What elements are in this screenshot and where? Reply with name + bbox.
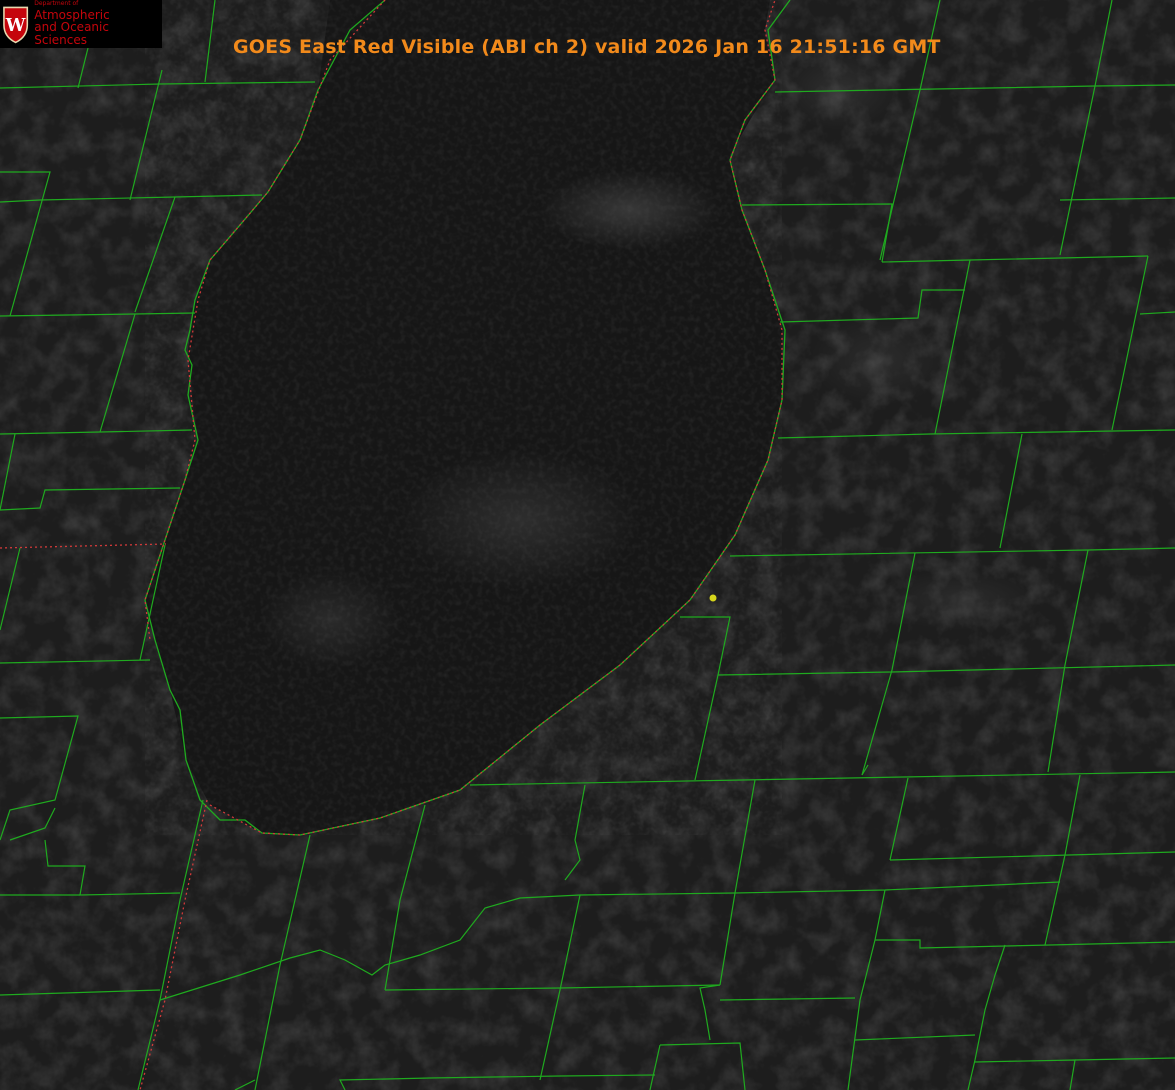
uw-crest-icon: W xyxy=(3,6,29,44)
cloud-patch xyxy=(540,170,720,250)
cloud-patch xyxy=(810,315,950,405)
logo-department: Department of xyxy=(34,0,79,8)
image-title: GOES East Red Visible (ABI ch 2) valid 2… xyxy=(233,36,941,58)
logo-line-2: and Oceanic Sciences xyxy=(34,20,109,47)
cloud-patch xyxy=(260,570,400,670)
uw-crest-letter: W xyxy=(5,16,26,36)
uw-aos-logo[interactable]: W Department of Atmospheric and Oceanic … xyxy=(0,0,162,48)
logo-text: Department of Atmospheric and Oceanic Sc… xyxy=(34,0,162,47)
cloud-patch xyxy=(400,450,640,590)
station-marker[interactable] xyxy=(709,594,717,602)
cloud-patch xyxy=(880,570,1040,630)
satellite-map[interactable] xyxy=(0,0,1175,1090)
